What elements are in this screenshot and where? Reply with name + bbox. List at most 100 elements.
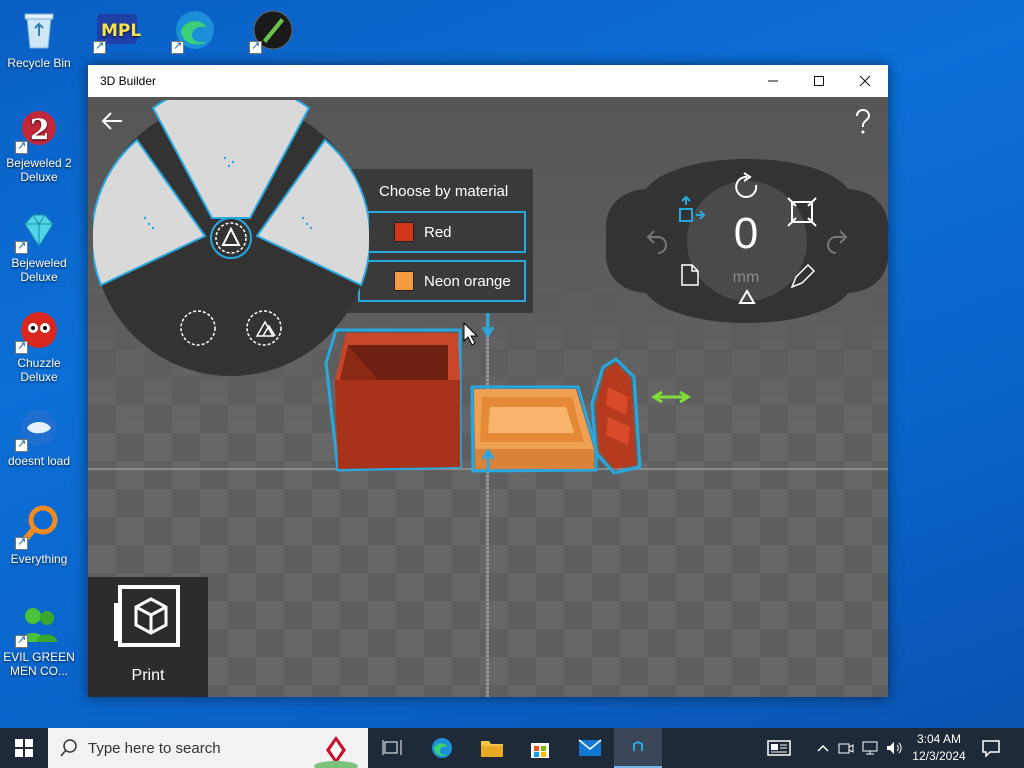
material-option-label: Neon orange xyxy=(424,272,511,290)
3d-builder-icon xyxy=(633,740,643,751)
desktop-icon-bejeweled-2[interactable]: 2 Bejeweled 2 Deluxe xyxy=(0,106,78,184)
folder-icon xyxy=(481,741,503,757)
dial-value: 0 xyxy=(733,209,759,258)
speaker-icon xyxy=(887,742,902,754)
notification-icon xyxy=(982,740,1000,757)
print-button[interactable]: Print xyxy=(88,577,208,697)
rocket-league-icon xyxy=(249,6,297,54)
desktop-icon-bejeweled[interactable]: Bejeweled Deluxe xyxy=(0,206,78,284)
material-option-label: Red xyxy=(424,223,452,241)
desktop-icon-chuzzle[interactable]: Chuzzle Deluxe xyxy=(0,306,78,384)
taskbar-mail[interactable] xyxy=(566,728,614,768)
red-swatch xyxy=(394,222,414,242)
maximize-button[interactable] xyxy=(796,65,842,97)
taskbar-3d-builder[interactable] xyxy=(614,728,662,768)
shortcut-arrow-icon xyxy=(171,39,184,54)
close-button[interactable] xyxy=(842,65,888,97)
shortcut-arrow-icon xyxy=(15,139,28,154)
shortcut-arrow-icon xyxy=(15,535,28,550)
svg-text:MPL: MPL xyxy=(101,21,141,41)
desktop-icon-fa[interactable]: MPL xyxy=(78,6,156,56)
shortcut-arrow-icon xyxy=(15,437,28,452)
chevron-up-icon xyxy=(817,744,829,752)
svg-text:2: 2 xyxy=(30,113,49,146)
edge-icon xyxy=(432,738,452,758)
tray-overflow-button[interactable] xyxy=(814,728,832,768)
shortcut-arrow-icon xyxy=(15,239,28,254)
diamond-icon xyxy=(15,206,63,254)
desktop-icon-label: doesnt load xyxy=(7,454,71,468)
search-icon xyxy=(60,739,77,757)
desktop-icon-label: Bejeweled Deluxe xyxy=(11,256,67,284)
shortcut-arrow-icon xyxy=(93,39,106,54)
question-mark-icon xyxy=(856,108,871,134)
mouse-cursor-icon xyxy=(463,321,479,346)
taskbar-search[interactable]: Type here to search xyxy=(48,728,368,768)
radial-menu xyxy=(93,100,369,376)
taskbar-edge[interactable] xyxy=(418,728,466,768)
tray-volume-button[interactable] xyxy=(884,728,904,768)
orange-swatch xyxy=(394,271,414,291)
dial-unit: mm xyxy=(732,269,760,286)
notifications-button[interactable] xyxy=(978,728,1004,768)
taskbar-store[interactable] xyxy=(516,728,564,768)
select-triangle-button[interactable] xyxy=(210,217,252,259)
clock-date: 12/3/2024 xyxy=(912,749,966,763)
taskbar: Type here to search 3:04 AM 12/3/2024 xyxy=(0,728,1024,768)
shortcut-arrow-icon xyxy=(15,339,28,354)
network-icon xyxy=(862,741,878,755)
tray-meet-button[interactable] xyxy=(836,728,856,768)
chuzzle-icon xyxy=(15,306,63,354)
windows-logo-icon xyxy=(15,739,33,757)
thunderbird-icon xyxy=(15,404,63,452)
store-icon xyxy=(531,743,549,758)
desktop-icon-label: Everything xyxy=(10,552,68,566)
desktop-icon-microsoft-edge[interactable] xyxy=(156,6,234,56)
start-button[interactable] xyxy=(0,728,48,768)
close-icon xyxy=(859,75,871,87)
3d-viewport[interactable]: Choose by material Red Neon orange 0 mm … xyxy=(88,97,888,697)
taskbar-file-explorer[interactable] xyxy=(468,728,516,768)
desktop-icon-label: Recycle Bin xyxy=(7,56,71,70)
magnifier-icon xyxy=(15,502,63,550)
news-icon xyxy=(767,740,791,756)
minimize-icon xyxy=(768,80,778,82)
help-button[interactable] xyxy=(852,107,874,135)
green-men-icon xyxy=(15,600,63,648)
taskbar-clock[interactable]: 3:04 AM 12/3/2024 xyxy=(906,731,972,765)
print-3d-icon xyxy=(114,585,180,647)
desktop-icon-label: EVIL GREEN MEN CO... xyxy=(3,650,75,678)
task-view-button[interactable] xyxy=(368,728,416,768)
desktop-icon-label: Bejeweled 2 Deluxe xyxy=(6,156,72,184)
orange-tray-object[interactable] xyxy=(470,385,598,473)
camera-icon xyxy=(838,743,854,754)
task-view-icon xyxy=(382,740,402,755)
desktop-icon-recycle-bin[interactable]: Recycle Bin xyxy=(0,6,78,70)
material-option-red[interactable]: Red xyxy=(358,211,526,253)
material-heading: Choose by material xyxy=(379,183,509,200)
app-window: 3D Builder Choose by material Red Neon o… xyxy=(88,65,888,697)
minimize-button[interactable] xyxy=(750,65,796,97)
search-placeholder: Type here to search xyxy=(88,739,221,757)
shortcut-arrow-icon xyxy=(249,39,262,54)
move-side-arrow-icon[interactable] xyxy=(651,390,691,404)
red-piece-object[interactable] xyxy=(590,357,642,475)
window-title: 3D Builder xyxy=(100,74,157,88)
title-bar[interactable]: 3D Builder xyxy=(88,65,888,97)
maximize-icon xyxy=(814,76,824,86)
desktop-icon-everything[interactable]: Everything xyxy=(0,502,78,566)
material-option-neon-orange[interactable]: Neon orange xyxy=(358,260,526,302)
desktop-icon-rocket-league[interactable] xyxy=(234,6,312,56)
mail-icon xyxy=(578,739,602,756)
news-widget-button[interactable] xyxy=(762,728,796,768)
desktop-icon-label: Chuzzle Deluxe xyxy=(17,356,61,384)
shortcut-arrow-icon xyxy=(15,633,28,648)
desktop-icon-evil-green-men[interactable]: EVIL GREEN MEN CO... xyxy=(0,600,78,678)
mpl-logo-icon: MPL xyxy=(93,6,141,54)
edge-icon xyxy=(171,6,219,54)
desktop-icon-doesnt-load[interactable]: doesnt load xyxy=(0,404,78,468)
tray-network-button[interactable] xyxy=(860,728,880,768)
clock-time: 3:04 AM xyxy=(916,732,962,746)
print-label: Print xyxy=(131,667,165,684)
search-highlight-icon xyxy=(314,736,358,768)
